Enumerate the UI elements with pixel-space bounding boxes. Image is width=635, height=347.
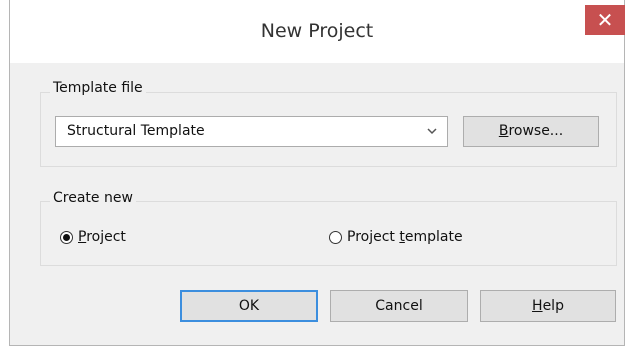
- cancel-label: Cancel: [375, 298, 423, 314]
- browse-label: rowse...: [508, 123, 564, 139]
- project-template-radio[interactable]: Project template: [329, 229, 463, 245]
- dialog-title: New Project: [260, 20, 374, 42]
- cancel-button[interactable]: Cancel: [330, 290, 468, 322]
- project-radio-mnemonic: P: [78, 229, 87, 245]
- close-button[interactable]: ✕: [585, 5, 625, 35]
- create-new-group-label: Create new: [50, 190, 136, 206]
- template-dropdown[interactable]: Structural Template: [55, 116, 448, 147]
- project-template-radio-label-end: emplate: [404, 229, 463, 245]
- title-bar: New Project ✕: [10, 0, 625, 63]
- chevron-down-icon: [426, 121, 438, 145]
- template-file-group-label: Template file: [50, 80, 146, 96]
- browse-mnemonic: B: [498, 123, 509, 139]
- browse-button[interactable]: Browse...: [463, 116, 599, 147]
- help-button[interactable]: Help: [480, 290, 616, 322]
- project-radio-indicator: [60, 230, 73, 244]
- ok-button[interactable]: OK: [180, 290, 318, 322]
- help-label: elp: [542, 298, 564, 314]
- help-mnemonic: H: [532, 298, 543, 314]
- ok-label: OK: [238, 298, 260, 314]
- project-radio-label: roject: [86, 229, 126, 245]
- template-dropdown-value: Structural Template: [67, 123, 205, 139]
- project-radio[interactable]: Project: [60, 229, 126, 245]
- close-icon: ✕: [596, 8, 614, 32]
- project-template-radio-label-start: Project: [347, 229, 400, 245]
- project-template-radio-indicator: [329, 230, 342, 244]
